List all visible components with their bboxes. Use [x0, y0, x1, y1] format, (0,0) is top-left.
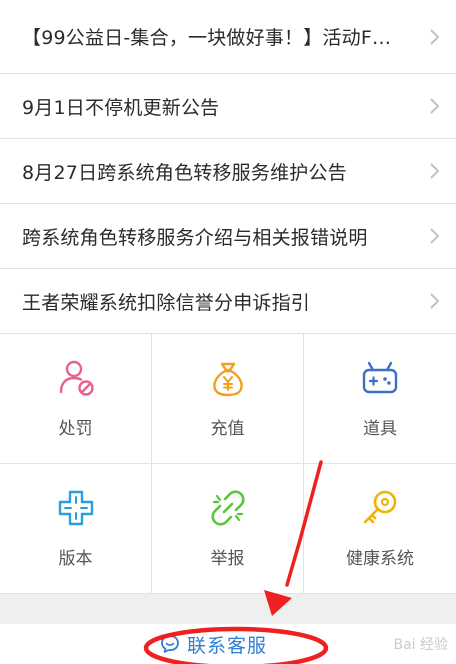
- chevron-right-icon: [430, 28, 440, 45]
- service-label: 健康系统: [346, 549, 414, 569]
- service-report[interactable]: 举报: [152, 464, 304, 594]
- announcement-title: 9月1日不停机更新公告: [22, 96, 220, 119]
- chevron-right-icon: [430, 163, 440, 179]
- service-label: 举报: [210, 549, 245, 569]
- person-ban-icon: [59, 360, 94, 396]
- service-items[interactable]: 道具: [304, 334, 456, 464]
- service-penalty[interactable]: 处罚: [0, 334, 152, 464]
- announcement-title: 【99公益日-集合，一块做好事！】活动F…: [22, 27, 392, 49]
- service-label: 充值: [210, 419, 245, 439]
- service-label: 道具: [363, 419, 397, 439]
- service-health-system[interactable]: 健康系统: [304, 464, 456, 594]
- announcement-title: 跨系统角色转移服务介绍与相关报错说明: [22, 226, 368, 249]
- service-grid: 处罚 充值 道具 版本 举报 健康系统: [0, 334, 456, 594]
- watermark: Bai 经验: [393, 637, 448, 653]
- chevron-right-icon: [430, 293, 440, 309]
- key-icon: [363, 490, 397, 524]
- money-bag-icon: [212, 362, 243, 397]
- chat-bubble-icon: [161, 635, 179, 653]
- service-recharge[interactable]: 充值: [152, 334, 304, 464]
- section-divider: [0, 594, 456, 624]
- announcement-item[interactable]: 【99公益日-集合，一块做好事！】活动F…: [0, 0, 456, 74]
- broken-link-icon: [210, 490, 245, 526]
- dpad-icon: [58, 490, 93, 526]
- gamepad-icon: [362, 361, 398, 394]
- contact-bar: 联系客服: [0, 624, 456, 664]
- chevron-right-icon: [430, 98, 440, 114]
- service-label: 处罚: [58, 419, 93, 439]
- service-label: 版本: [58, 549, 93, 569]
- announcement-item[interactable]: 8月27日跨系统角色转移服务维护公告: [0, 139, 456, 204]
- chevron-right-icon: [430, 228, 440, 244]
- announcement-item[interactable]: 王者荣耀系统扣除信誉分申诉指引: [0, 269, 456, 334]
- announcement-item[interactable]: 跨系统角色转移服务介绍与相关报错说明: [0, 204, 456, 269]
- announcement-title: 8月27日跨系统角色转移服务维护公告: [22, 161, 347, 184]
- service-version[interactable]: 版本: [0, 464, 152, 594]
- announcement-list: 【99公益日-集合，一块做好事！】活动F… 9月1日不停机更新公告 8月27日跨…: [0, 0, 456, 334]
- announcement-title: 王者荣耀系统扣除信誉分申诉指引: [22, 291, 311, 314]
- contact-customer-service-button[interactable]: 联系客服: [159, 631, 267, 658]
- contact-customer-service-label: 联系客服: [186, 634, 267, 657]
- announcement-item[interactable]: 9月1日不停机更新公告: [0, 74, 456, 139]
